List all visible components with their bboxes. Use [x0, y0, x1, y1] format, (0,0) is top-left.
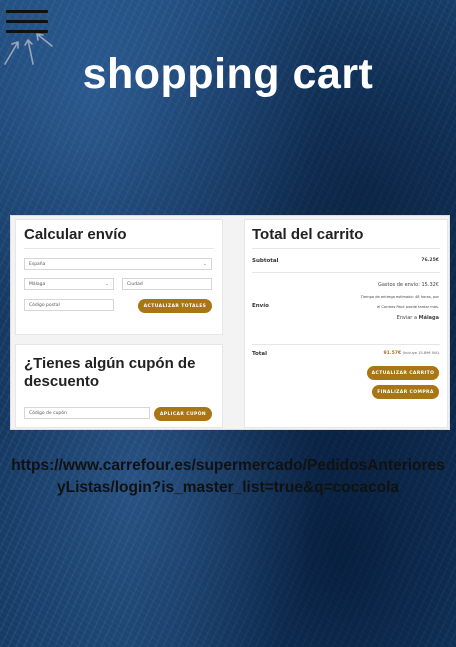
chevron-down-icon: ⌄ [104, 281, 109, 287]
page-title: shopping cart [82, 50, 374, 98]
shipping-label: Envío [252, 303, 269, 309]
cart-url-link[interactable]: https://www.carrefour.es/supermercado/Pe… [0, 455, 456, 498]
divider [252, 344, 440, 345]
province-value: Málaga [29, 281, 46, 287]
subtotal-label: Subtotal [252, 258, 279, 264]
total-tax-note: (Incluye 15.89€ IVA) [402, 351, 439, 355]
hamburger-icon [6, 10, 48, 13]
totals-heading: Total del carrito [252, 226, 364, 243]
divider [252, 272, 440, 273]
country-select[interactable]: España ⌄ [24, 258, 212, 270]
postcode-placeholder: Código postal [29, 302, 60, 308]
cart-totals-panel: Total del carrito Subtotal 76.25€ Gastos… [244, 219, 448, 428]
shipping-calculator-panel: Calcular envío España ⌄ Málaga ⌄ Ciudad … [15, 219, 223, 335]
shipping-note-line-1: Tiempo de entrega estimado: 48 horas, po… [360, 295, 439, 299]
shipping-note-line-2: el Correos Pack puede tardar más. [377, 305, 439, 309]
divider [24, 248, 214, 249]
cart-screenshot: Calcular envío España ⌄ Málaga ⌄ Ciudad … [10, 215, 450, 430]
update-totals-button[interactable]: ACTUALIZAR TOTALES [138, 299, 212, 313]
total-line: 91.57€ (Incluye 15.89€ IVA) [383, 351, 439, 356]
chevron-down-icon: ⌄ [202, 261, 207, 267]
ship-to: Enviar a Málaga [397, 315, 439, 321]
total-label: Total [252, 351, 268, 357]
update-cart-button[interactable]: ACTUALIZAR CARRITO [367, 366, 439, 380]
city-field[interactable]: Ciudad [122, 278, 212, 290]
total-value: 91.57€ [383, 351, 402, 356]
coupon-placeholder: Código de cupón [29, 410, 67, 416]
divider [252, 248, 440, 249]
province-select[interactable]: Málaga ⌄ [24, 278, 114, 290]
subtotal-value: 76.25€ [421, 258, 439, 263]
city-placeholder: Ciudad [127, 281, 143, 287]
country-value: España [29, 261, 46, 267]
shipping-heading: Calcular envío [24, 226, 127, 243]
postcode-field[interactable]: Código postal [24, 299, 114, 311]
apply-coupon-button[interactable]: APLICAR CUPÓN [154, 407, 212, 421]
shipping-cost: Gastos de envío: 15.32€ [377, 282, 439, 288]
ship-to-city: Málaga [418, 315, 439, 321]
coupon-heading: ¿Tienes algún cupón de descuento [24, 355, 196, 390]
coupon-code-field[interactable]: Código de cupón [24, 407, 150, 419]
hamburger-line [6, 20, 48, 23]
checkout-button[interactable]: FINALIZAR COMPRA [372, 385, 439, 399]
ship-to-prefix: Enviar a [396, 315, 418, 321]
coupon-panel: ¿Tienes algún cupón de descuento Código … [15, 344, 223, 428]
